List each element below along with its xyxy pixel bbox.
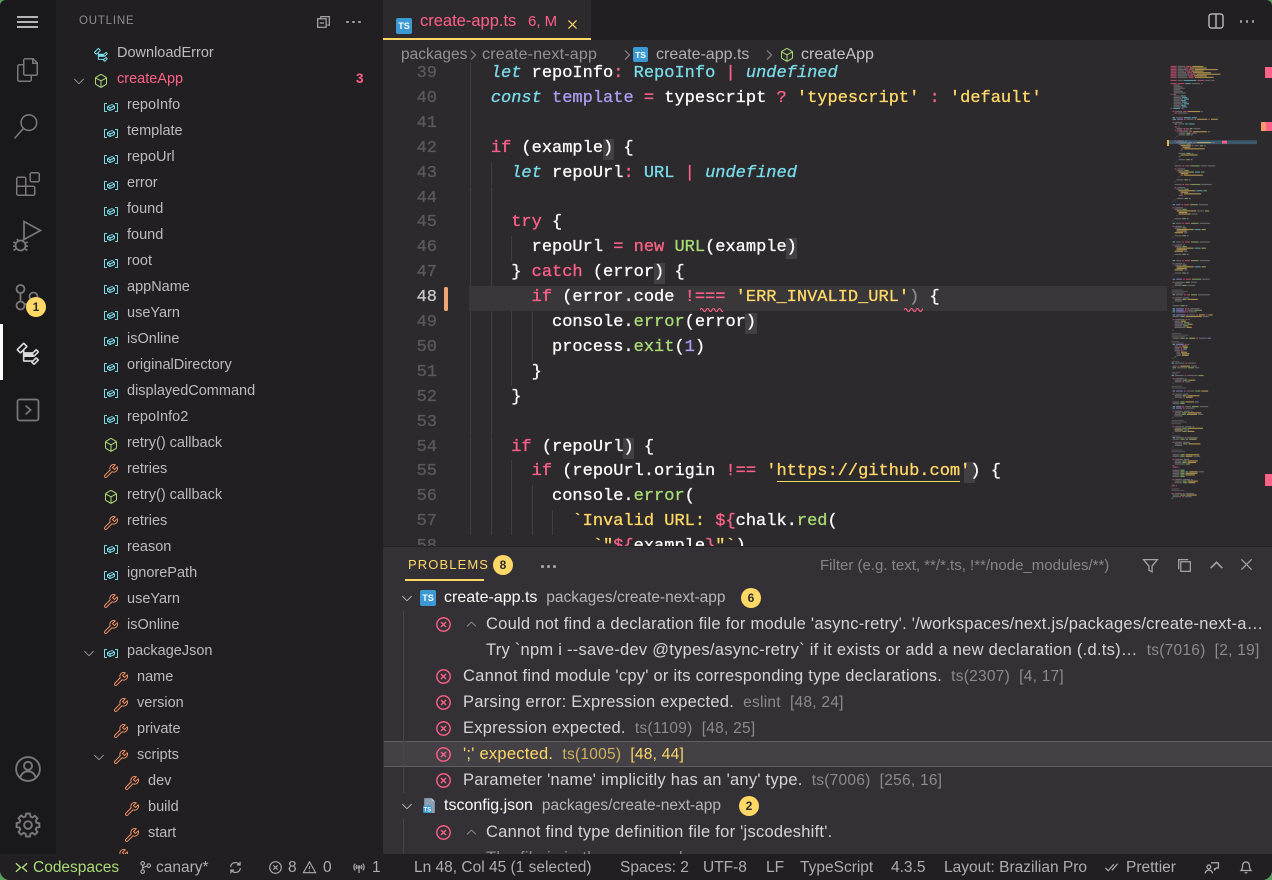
svg-text:TS: TS	[424, 807, 432, 813]
